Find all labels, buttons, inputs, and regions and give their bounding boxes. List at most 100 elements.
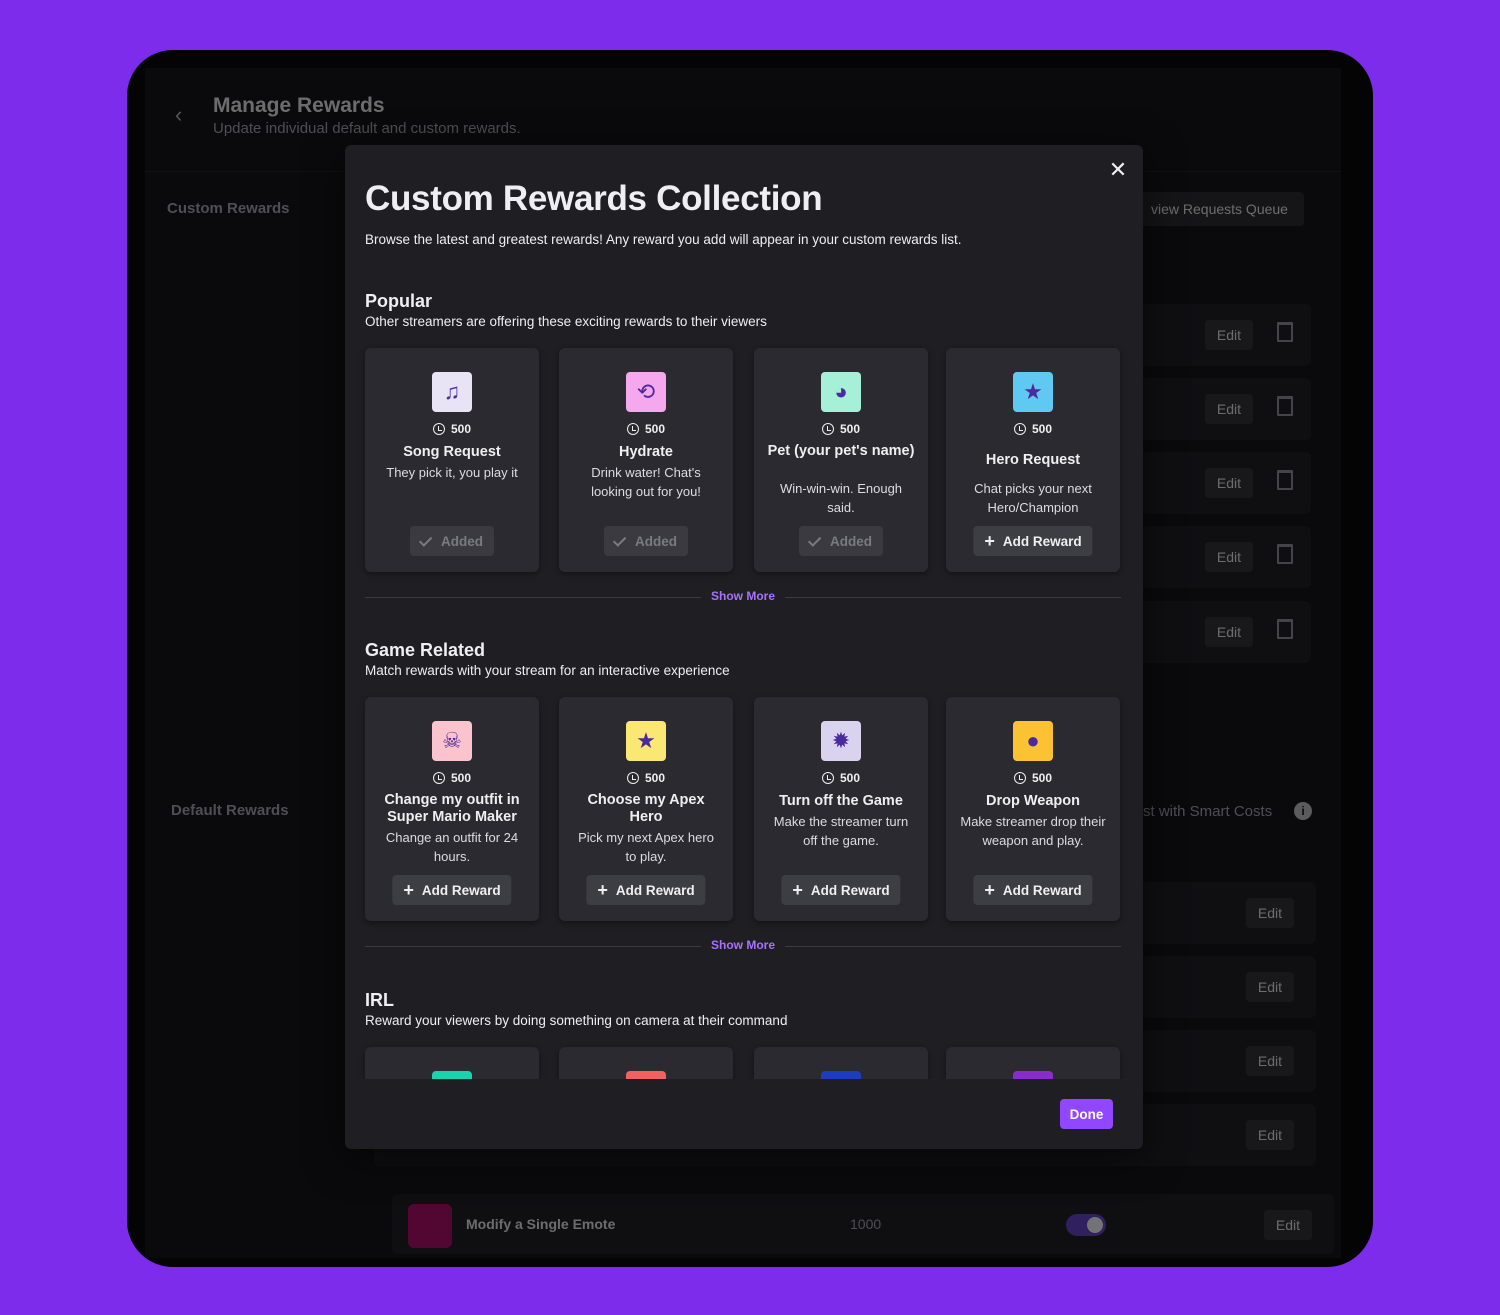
add-reward-button[interactable]: + Add Reward xyxy=(973,526,1093,556)
reward-name: Turn off the Game xyxy=(779,793,903,809)
clock-icon xyxy=(432,772,445,784)
add-reward-label: Add Reward xyxy=(810,882,890,898)
done-button[interactable]: Done xyxy=(1060,1099,1113,1129)
section-popular: Popular Other streamers are offering thes… xyxy=(365,291,1121,572)
custom-rewards-modal: ✕ Custom Rewards Collection Browse the l… xyxy=(345,145,1143,1149)
reward-card: ◕ 500 Pet (your pet's name) Win-win-win. En… xyxy=(754,348,928,572)
reward-cost: 500 xyxy=(754,422,928,436)
reward-cost: 500 xyxy=(946,771,1120,785)
music-note-icon: ♫ xyxy=(432,1071,472,1079)
star-icon: ★ xyxy=(626,721,666,761)
reward-name: Change my outfit in Super Mario Maker xyxy=(384,792,520,825)
checkmark-icon xyxy=(807,532,822,547)
custom-rewards-label: Custom Rewards xyxy=(167,200,290,217)
star-icon: ★ xyxy=(1013,1071,1053,1079)
edit-button[interactable]: Edit xyxy=(1204,617,1253,647)
reward-cost-value: 500 xyxy=(450,771,472,785)
emote-toggle[interactable] xyxy=(1066,1214,1106,1236)
add-reward-label: Add Reward xyxy=(421,882,501,898)
icon-glyph: ★ xyxy=(636,728,656,753)
edit-button[interactable]: Edit xyxy=(1204,394,1253,424)
icon-glyph: ● xyxy=(1026,728,1040,753)
reward-card: ☠ 500 Change my outfit in Super Mario Make… xyxy=(365,697,539,921)
reward-cost: 500 xyxy=(365,771,539,785)
checkmark-icon xyxy=(612,532,627,547)
add-reward-button[interactable]: + Add Reward xyxy=(586,875,706,905)
back-arrow-icon[interactable]: ‹ xyxy=(175,102,182,128)
reward-name: Choose my Apex Hero xyxy=(587,792,705,825)
view-requests-queue-button[interactable]: view Requests Queue xyxy=(1135,192,1304,226)
popular-divider: Show More xyxy=(365,589,1121,603)
modify-emote-row: Modify a Single Emote 1000 Edit xyxy=(392,1194,1334,1254)
reward-card: ⟲ xyxy=(559,1047,733,1079)
reward-description: They pick it, you play it xyxy=(386,465,518,480)
edit-button[interactable]: Edit xyxy=(1204,320,1253,350)
reward-cost: 500 xyxy=(754,771,928,785)
reward-cost: 500 xyxy=(559,771,733,785)
reward-cost-value: 500 xyxy=(839,771,861,785)
reward-cards: ♫ 500 Song Request They pick it, you play i… xyxy=(365,348,1121,572)
edit-button[interactable]: Edit xyxy=(1204,468,1253,498)
reward-description: Chat picks your next Hero/Champion xyxy=(974,481,1092,515)
modal-subtitle: Browse the latest and greatest rewards! … xyxy=(365,232,962,247)
reward-cost: 500 xyxy=(946,422,1120,436)
add-reward-button[interactable]: + Add Reward xyxy=(973,875,1093,905)
add-reward-button[interactable]: + Add Reward xyxy=(781,875,901,905)
rewards-scroll-area[interactable]: Popular Other streamers are offering thes… xyxy=(345,275,1143,1079)
trash-icon[interactable] xyxy=(1277,396,1293,416)
added-label: Added xyxy=(635,533,677,549)
trash-icon[interactable] xyxy=(1277,470,1293,490)
plus-icon: + xyxy=(792,880,803,900)
refresh-icon: ⟲ xyxy=(626,372,666,412)
reward-card: ★ 500 Hero Request Chat picks your next Her… xyxy=(946,348,1120,572)
icon-glyph: ⟲ xyxy=(636,379,656,404)
reward-description: Pick my next Apex hero to play. xyxy=(578,830,714,864)
clock-icon xyxy=(626,772,639,784)
reward-card: ✹ 500 Turn off the Game Make the streamer t… xyxy=(754,697,928,921)
clock-icon xyxy=(821,772,834,784)
modal-title: Custom Rewards Collection xyxy=(365,179,823,218)
edit-button[interactable]: Edit xyxy=(1245,898,1294,928)
trash-icon[interactable] xyxy=(1277,322,1293,342)
reward-cost-value: 500 xyxy=(644,422,666,436)
pirate-hat-icon: ☠ xyxy=(432,721,472,761)
edit-button[interactable]: Edit xyxy=(1245,972,1294,1002)
edit-button[interactable]: Edit xyxy=(1204,542,1253,572)
trash-icon[interactable] xyxy=(1277,544,1293,564)
game-related-divider: Show More xyxy=(365,938,1121,952)
added-button: Added xyxy=(410,526,494,556)
show-more-game-link[interactable]: Show More xyxy=(700,938,786,952)
default-rewards-label: Default Rewards xyxy=(171,802,289,819)
reward-cost: 500 xyxy=(365,422,539,436)
reward-cost: 500 xyxy=(559,422,733,436)
added-label: Added xyxy=(441,533,483,549)
emote-row-label: Modify a Single Emote xyxy=(466,1216,616,1232)
plus-icon: + xyxy=(403,880,414,900)
add-reward-button[interactable]: + Add Reward xyxy=(392,875,512,905)
info-icon[interactable]: i xyxy=(1294,802,1312,820)
bird-icon: ◕ xyxy=(821,372,861,412)
edit-button[interactable]: Edit xyxy=(1245,1046,1294,1076)
reward-cards: ♫ ⟲ ◕ ★ xyxy=(365,1047,1121,1079)
reward-name: Hero Request xyxy=(985,452,1081,468)
icon-glyph: ✹ xyxy=(831,728,851,753)
show-more-popular-link[interactable]: Show More xyxy=(700,589,786,603)
music-note-icon: ♫ xyxy=(432,372,472,412)
section-irl: IRL Reward your viewers by doing somethin… xyxy=(365,990,1121,1079)
icon-glyph: ☠ xyxy=(442,728,462,753)
reward-card: ⟲ 500 Hydrate Drink water! Chat's looking o… xyxy=(559,348,733,572)
close-icon[interactable]: ✕ xyxy=(1107,159,1129,181)
icon-glyph: ◕ xyxy=(834,379,848,404)
trash-icon[interactable] xyxy=(1277,619,1293,639)
reward-name: Song Request xyxy=(403,444,501,460)
section-description: Other streamers are offering these excit… xyxy=(365,314,767,329)
reward-description: Change an outfit for 24 hours. xyxy=(385,830,519,864)
edit-button[interactable]: Edit xyxy=(1263,1210,1312,1240)
page-title: Manage Rewards xyxy=(213,94,385,117)
edit-button[interactable]: Edit xyxy=(1245,1120,1294,1150)
section-description: Match rewards with your stream for an in… xyxy=(365,663,730,678)
emote-row-cost: 1000 xyxy=(850,1216,882,1232)
icon-glyph: ◕ xyxy=(834,1078,847,1079)
reward-name: Pet (your pet's name) xyxy=(767,443,915,459)
reward-description: Make the streamer turn off the game. xyxy=(773,814,909,848)
